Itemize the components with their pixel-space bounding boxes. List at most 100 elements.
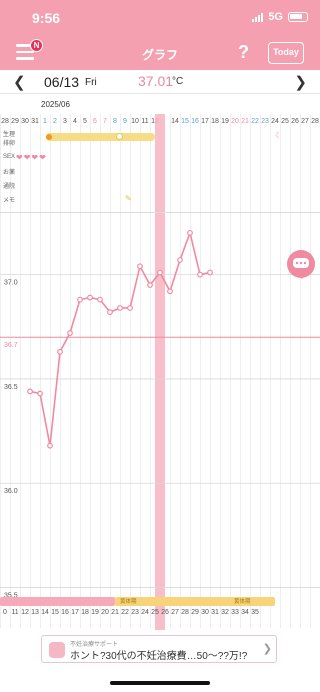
temperature-point[interactable] [207, 269, 213, 276]
day-label: 18 [211, 118, 219, 125]
temperature-point[interactable] [167, 288, 173, 295]
fertile-window-bar [46, 133, 155, 141]
cycle-day-label: 14 [41, 609, 49, 616]
day-label: 19 [221, 118, 229, 125]
selected-weekday: Fri [85, 77, 97, 88]
chat-icon [293, 258, 309, 268]
day-label: 8 [113, 118, 117, 125]
day-label: 10 [131, 118, 139, 125]
cycle-day-label: 22 [121, 609, 129, 616]
cycle-day-label: 24 [141, 609, 149, 616]
prev-arrow-icon[interactable]: ❮ [13, 73, 26, 91]
temperature-point[interactable] [27, 388, 33, 395]
temperature-point[interactable] [47, 442, 53, 449]
cycle-day-label: 26 [161, 609, 169, 616]
day-label: 5 [83, 118, 87, 125]
temperature-point[interactable] [137, 263, 143, 270]
next-arrow-icon[interactable]: ❯ [294, 73, 307, 91]
day-label: 21 [241, 118, 249, 125]
period-phase-bar [0, 597, 115, 606]
cycle-day-label: 12 [21, 609, 29, 616]
phase-label-1: 黄体期 [120, 599, 137, 605]
temperature-unit: °C [172, 76, 184, 87]
moon-icon: ☾ [275, 131, 283, 140]
day-label: 1 [43, 118, 47, 125]
cycle-day-label: 15 [51, 609, 59, 616]
day-label: 15 [181, 118, 189, 125]
date-navigation: ❮ 06/13 Fri 37.01 °C ❯ [0, 70, 320, 94]
day-label: 4 [73, 118, 77, 125]
cycle-day-label: 17 [71, 609, 79, 616]
cycle-day-label: 20 [101, 609, 109, 616]
today-button[interactable]: Today [268, 42, 304, 64]
help-button[interactable]: ? [238, 42, 249, 63]
temperature-point[interactable] [37, 390, 43, 397]
temperature-point[interactable] [127, 305, 133, 311]
day-label: 20 [231, 118, 239, 125]
temperature-point[interactable] [187, 229, 193, 236]
sex-heart-icons: ❤❤❤❤ [16, 153, 47, 162]
day-label: 14 [171, 118, 179, 125]
temperature-point[interactable] [77, 296, 83, 303]
cycle-day-label: 23 [131, 609, 139, 616]
battery-icon [288, 12, 308, 22]
cycle-day-label: 19 [91, 609, 99, 616]
temperature-point[interactable] [67, 330, 73, 336]
day-label: 30 [21, 118, 29, 125]
temperature-point[interactable] [87, 294, 93, 301]
temperature-line [29, 230, 211, 446]
y-tick-label: 36.0 [4, 488, 18, 495]
app-header: N グラフ ? Today [0, 38, 320, 70]
phase-label-2: 黄体期 [234, 599, 251, 605]
signal-icon [252, 12, 264, 22]
status-bar: 9:56 5G [0, 0, 320, 38]
y-tick-label: 37.0 [4, 280, 18, 287]
cycle-day-label: 25 [151, 609, 159, 616]
status-time: 9:56 [32, 10, 61, 26]
temperature-point[interactable] [57, 348, 63, 355]
day-label: 7 [103, 118, 107, 125]
day-label: 27 [301, 118, 309, 125]
ad-banner[interactable]: 不妊治療サポート ホント?30代の不妊治療費…50〜??万!? ❯ [41, 635, 277, 663]
cycle-day-label: 21 [111, 609, 119, 616]
ad-headline: ホント?30代の不妊治療費…50〜??万!? [70, 651, 248, 662]
cycle-day-label: 16 [61, 609, 69, 616]
cycle-day-label: 33 [231, 609, 239, 616]
day-label: 28 [1, 118, 9, 125]
day-label: 23 [261, 118, 269, 125]
temperature-point[interactable] [117, 305, 123, 311]
day-label: 22 [251, 118, 259, 125]
row-label-hospital: 通院 [3, 184, 16, 190]
day-label: 16 [191, 118, 199, 125]
network-label: 5G [268, 11, 283, 23]
cycle-day-label: 29 [191, 609, 199, 616]
month-label: 2025/06 [41, 100, 70, 109]
row-label-period: 生理 [3, 132, 16, 138]
selected-date: 06/13 [44, 74, 80, 90]
cycle-day-label: 18 [81, 609, 89, 616]
temperature-point[interactable] [157, 269, 163, 276]
row-label-sex: SEX [3, 154, 16, 160]
day-label: 11 [141, 118, 149, 125]
home-indicator [110, 681, 210, 685]
day-label: 6 [93, 118, 97, 125]
y-tick-label: 36.5 [4, 384, 18, 391]
ovulation-marker [116, 133, 123, 140]
temperature-point[interactable] [97, 296, 103, 303]
temperature-point[interactable] [197, 271, 203, 278]
chat-button[interactable] [287, 250, 315, 279]
selected-temperature: 37.01 [138, 73, 174, 89]
cycle-day-label: 11 [11, 609, 19, 616]
cycle-day-label: 27 [171, 609, 179, 616]
day-label: 25 [281, 118, 289, 125]
row-label-medicine: お薬 [3, 170, 16, 176]
temperature-point[interactable] [177, 257, 183, 263]
temperature-point[interactable] [147, 282, 153, 288]
row-label-ovulation: 排卵 [3, 141, 16, 147]
cycle-day-label: 31 [211, 609, 219, 616]
temperature-point[interactable] [107, 309, 113, 316]
cycle-day-label: 0 [3, 609, 7, 616]
status-indicators: 5G [252, 11, 308, 23]
day-label: 28 [311, 118, 319, 125]
cycle-day-label: 32 [221, 609, 229, 616]
